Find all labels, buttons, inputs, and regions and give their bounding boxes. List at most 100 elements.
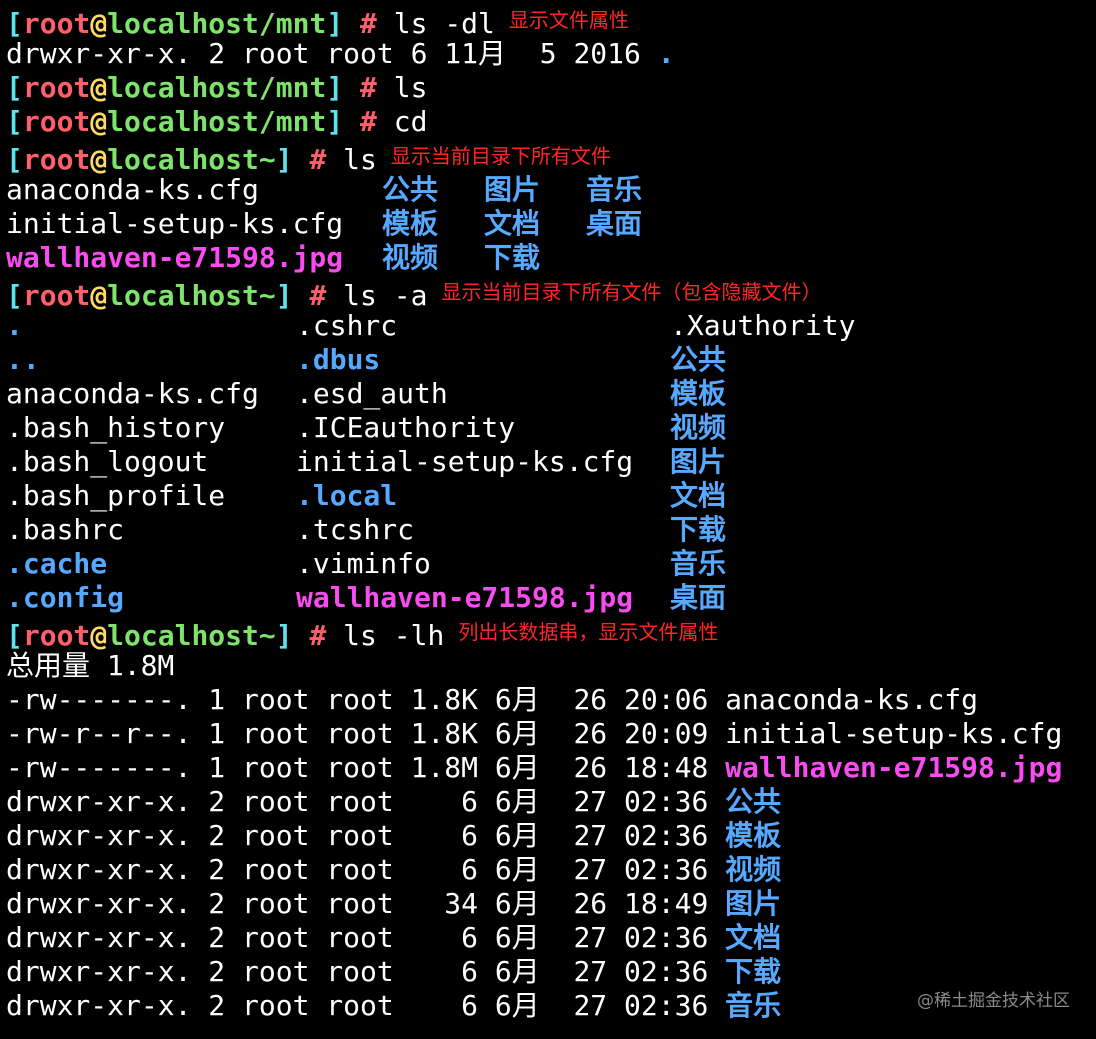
dir-name: 下载 (725, 955, 782, 988)
file-entry: initial-setup-ks.cfg (296, 445, 634, 478)
prompt-line: [root@localhost/mnt] # ls -dl 显示文件属性 (6, 3, 1091, 40)
prompt-hash: # (309, 143, 327, 176)
long-listing-row: drwxr-xr-x. 2 root root 6 6月 27 02:36 视频 (6, 853, 1091, 887)
prompt-bracket-open: [ (6, 71, 23, 104)
dir-entry: 模板 (670, 377, 727, 410)
ls-a-row: .bash_logout initial-setup-ks.cfg 图片 (6, 445, 1091, 479)
dir-name: 模板 (725, 819, 782, 852)
prompt-user: root (22, 7, 91, 40)
dir-name: 音乐 (725, 989, 782, 1022)
file-meta: drwxr-xr-x. 2 root root 6 6月 27 02:36 (6, 989, 726, 1022)
dir-entry: 下载 (484, 241, 541, 274)
dir-entry: 文档 (670, 479, 727, 512)
current-dir-entry: . (657, 37, 675, 70)
prompt-host: localhost (107, 105, 259, 138)
file-entry: .Xauthority (670, 309, 856, 342)
prompt-user: root (22, 71, 91, 104)
dir-entry: 桌面 (586, 207, 643, 240)
prompt-path: ~ (258, 279, 276, 312)
dir-entry: 模板 (382, 207, 439, 240)
prompt-path: /mnt (258, 7, 327, 40)
prompt-hash: # (360, 7, 377, 40)
file-entry: .bash_profile (6, 479, 226, 512)
long-listing-row: drwxr-xr-x. 2 root root 6 6月 27 02:36 文档 (6, 921, 1091, 955)
file-meta: drwxr-xr-x. 2 root root 6 6月 27 02:36 (6, 785, 726, 818)
dir-entry: 视频 (670, 411, 727, 444)
dir-name: 图片 (725, 887, 782, 920)
file-meta: -rw-------. 1 root root 1.8K 6月 26 20:06 (6, 683, 726, 716)
prompt-at: @ (90, 105, 108, 138)
prompt-line: [root@localhost/mnt] # cd (6, 105, 1091, 139)
prompt-at: @ (90, 279, 108, 312)
terminal-output[interactable]: [root@localhost/mnt] # ls -dl 显示文件属性 drwx… (6, 3, 1091, 1023)
file-meta: drwxr-xr-x. 2 root root 6 6月 27 02:36 (6, 819, 726, 852)
long-listing-row: drwxr-xr-x. 2 root root 6 6月 27 02:36 模板 (6, 819, 1091, 853)
prompt-bracket-close: ] (326, 71, 344, 104)
prompt-line: [root@localhost/mnt] # ls (6, 71, 1091, 105)
prompt-user: root (22, 619, 91, 652)
file-entry: initial-setup-ks.cfg (6, 207, 344, 240)
prompt-at: @ (90, 7, 108, 40)
file-meta: -rw-------. 1 root root 1.8M 6月 26 18:48 (6, 751, 726, 784)
prompt-bracket-close: ] (326, 105, 344, 138)
prompt-bracket-open: [ (6, 105, 23, 138)
prompt-user: root (22, 143, 91, 176)
dir-entry: .dbus (296, 343, 381, 376)
prompt-user: root (22, 279, 91, 312)
prompt-bracket-open: [ (6, 279, 23, 312)
prompt-bracket-open: [ (6, 7, 23, 40)
dir-entry: .cache (6, 547, 108, 580)
ls-a-row: .config wallhaven-e71598.jpg 桌面 (6, 581, 1091, 615)
prompt-bracket-close: ] (275, 143, 293, 176)
file-entry: .bash_logout (6, 445, 209, 478)
prompt-hash: # (360, 71, 377, 104)
file-entry: .bashrc (6, 513, 125, 546)
file-entry: .cshrc (296, 309, 398, 342)
long-listing-row: -rw-r--r--. 1 root root 1.8K 6月 26 20:09… (6, 717, 1091, 751)
prompt-bracket-open: [ (6, 619, 23, 652)
annotation-note: 显示文件属性 (508, 8, 629, 32)
ls-row: wallhaven-e71598.jpg 视频 下载 (6, 241, 1091, 275)
file-entry: anaconda-ks.cfg (6, 173, 259, 206)
prompt-host: localhost (107, 7, 259, 40)
output-line: drwxr-xr-x. 2 root root 6 11月 5 2016 . (6, 37, 1091, 71)
dir-entry: 音乐 (586, 173, 643, 206)
prompt-bracket-open: [ (6, 143, 23, 176)
ls-a-row: .. .dbus 公共 (6, 343, 1091, 377)
dir-entry: .local (296, 479, 398, 512)
long-listing-row: -rw-------. 1 root root 1.8M 6月 26 18:48… (6, 751, 1091, 785)
command-text: ls (343, 143, 377, 176)
dir-entry: 视频 (382, 241, 439, 274)
prompt-host: localhost (107, 279, 259, 312)
file-entry: .tcshrc (296, 513, 415, 546)
dir-entry: 音乐 (670, 547, 727, 580)
dir-entry: 文档 (484, 207, 541, 240)
prompt-bracket-close: ] (275, 619, 293, 652)
file-meta: drwxr-xr-x. 2 root root 6 6月 27 02:36 (6, 853, 726, 886)
file-name: initial-setup-ks.cfg (725, 717, 1063, 750)
dir-entry: 桌面 (670, 581, 727, 614)
command-text: ls (393, 71, 428, 104)
dir-entry: . (6, 309, 23, 342)
dir-entry: 公共 (670, 343, 727, 376)
dir-entry: .. (6, 343, 40, 376)
prompt-host: localhost (107, 619, 259, 652)
prompt-at: @ (90, 619, 108, 652)
file-meta: drwxr-xr-x. 2 root root 6 6月 27 02:36 (6, 921, 726, 954)
ls-a-row: anaconda-ks.cfg .esd_auth 模板 (6, 377, 1091, 411)
image-file-entry: wallhaven-e71598.jpg (296, 581, 634, 614)
ls-a-row: .cache .viminfo 音乐 (6, 547, 1091, 581)
prompt-hash: # (360, 105, 377, 138)
prompt-path: /mnt (258, 71, 327, 104)
prompt-line: [root@localhost~] # ls -a 显示当前目录下所有文件（包含隐… (6, 275, 1091, 312)
annotation-note: 显示当前目录下所有文件 (390, 144, 611, 168)
long-listing-row: drwxr-xr-x. 2 root root 6 6月 27 02:36 下载 (6, 955, 1091, 989)
dir-name: 文档 (725, 921, 782, 954)
prompt-bracket-close: ] (326, 7, 344, 40)
file-entry: .esd_auth (296, 377, 448, 410)
image-file-entry: wallhaven-e71598.jpg (6, 241, 344, 274)
file-entry: .viminfo (296, 547, 431, 580)
dir-entry: 下载 (670, 513, 727, 546)
dir-entry: .config (6, 581, 125, 614)
file-entry: anaconda-ks.cfg (6, 377, 259, 410)
